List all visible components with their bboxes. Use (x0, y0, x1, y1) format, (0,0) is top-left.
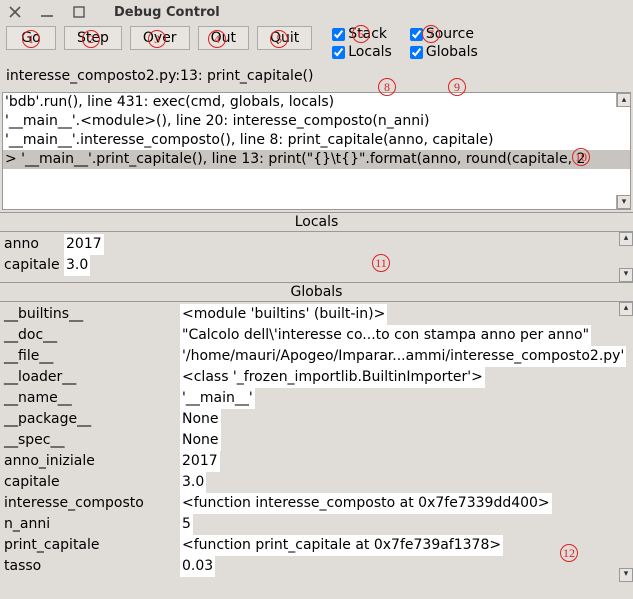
global-var-row: __name__'__main__' (4, 388, 629, 409)
var-value: None (180, 430, 221, 451)
globals-checkbox-label: Globals (426, 44, 478, 60)
var-name: __package__ (4, 409, 180, 430)
maximize-icon[interactable] (72, 5, 86, 19)
stack-checkbox[interactable]: Stack (332, 26, 392, 42)
stack-frame-selected[interactable]: > '__main__'.print_capitale(), line 13: … (3, 150, 630, 169)
globals-panel: ▴ ▾ __builtins__<module 'builtins' (buil… (0, 302, 633, 582)
var-name: __name__ (4, 388, 180, 409)
var-name: __loader__ (4, 367, 180, 388)
source-checkbox-label: Source (426, 26, 474, 42)
stack-frame[interactable]: '__main__'.interesse_composto(), line 8:… (3, 131, 630, 150)
global-var-row: interesse_composto<function interesse_co… (4, 493, 629, 514)
var-value: '__main__' (180, 388, 255, 409)
var-value: <function interesse_composto at 0x7fe733… (180, 493, 552, 514)
global-var-row: n_anni5 (4, 514, 629, 535)
var-value: '/home/mauri/Apogeo/Imparar...ammi/inter… (180, 346, 626, 367)
source-checkbox-input[interactable] (410, 28, 423, 41)
var-name: anno_iniziale (4, 451, 180, 472)
var-value: 0.03 (180, 556, 215, 577)
var-name: print_capitale (4, 535, 180, 556)
global-var-row: anno_iniziale2017 (4, 451, 629, 472)
close-icon[interactable] (8, 5, 22, 19)
scroll-up-icon[interactable]: ▴ (619, 302, 633, 316)
stack-checkbox-label: Stack (348, 26, 387, 42)
var-value: 5 (180, 514, 193, 535)
global-var-row: __builtins__<module 'builtins' (built-in… (4, 304, 629, 325)
stack-checkbox-input[interactable] (332, 28, 345, 41)
globals-checkbox[interactable]: Globals (410, 44, 478, 60)
var-value: <module 'builtins' (built-in)> (180, 304, 387, 325)
status-line: interesse_composto2.py:13: print_capital… (0, 66, 633, 90)
var-value: <class '_frozen_importlib.BuiltinImporte… (180, 367, 485, 388)
var-name: tasso (4, 556, 180, 577)
global-var-row: __spec__None (4, 430, 629, 451)
var-value: 3.0 (180, 472, 206, 493)
var-name: anno (4, 234, 64, 255)
var-value: 2017 (64, 234, 104, 255)
globals-header: Globals (0, 282, 633, 302)
scroll-up-icon[interactable]: ▴ (619, 232, 633, 246)
minimize-icon[interactable] (40, 5, 54, 19)
stack-frame[interactable]: '__main__'.<module>(), line 20: interess… (3, 112, 630, 131)
var-name: __doc__ (4, 325, 180, 346)
var-value: "Calcolo dell\'interesse co...to con sta… (180, 325, 591, 346)
scroll-down-icon[interactable]: ▾ (619, 568, 633, 582)
locals-checkbox[interactable]: Locals (332, 44, 392, 60)
locals-header: Locals (0, 212, 633, 232)
go-button[interactable]: Go (6, 26, 56, 50)
global-var-row: tasso0.03 (4, 556, 629, 577)
global-var-row: capitale3.0 (4, 472, 629, 493)
quit-button[interactable]: Quit (257, 26, 312, 50)
var-name: __file__ (4, 346, 180, 367)
var-value: <function print_capitale at 0x7fe739af13… (180, 535, 503, 556)
scroll-up-icon[interactable]: ▴ (617, 93, 631, 107)
global-var-row: __doc__"Calcolo dell\'interesse co...to … (4, 325, 629, 346)
titlebar: Debug Control (0, 0, 633, 24)
global-var-row: __file__'/home/mauri/Apogeo/Imparar...am… (4, 346, 629, 367)
global-var-row: print_capitale<function print_capitale a… (4, 535, 629, 556)
step-button[interactable]: Step (64, 26, 122, 50)
var-name: capitale (4, 472, 180, 493)
over-button[interactable]: Over (130, 26, 190, 50)
locals-checkbox-input[interactable] (332, 46, 345, 59)
scroll-down-icon[interactable]: ▾ (617, 195, 631, 209)
toolbar: Go Step Over Out Quit Stack Source Local… (0, 24, 633, 66)
local-var-row: anno 2017 (4, 234, 629, 255)
var-name: interesse_composto (4, 493, 180, 514)
var-value: 2017 (180, 451, 220, 472)
var-name: __builtins__ (4, 304, 180, 325)
locals-panel: ▴ ▾ anno 2017 capitale 3.0 (0, 232, 633, 282)
var-value: 3.0 (64, 255, 90, 276)
var-name: __spec__ (4, 430, 180, 451)
var-value: None (180, 409, 221, 430)
out-button[interactable]: Out (198, 26, 249, 50)
window-title: Debug Control (114, 5, 220, 20)
global-var-row: __package__None (4, 409, 629, 430)
globals-checkbox-input[interactable] (410, 46, 423, 59)
stack-frame[interactable]: 'bdb'.run(), line 431: exec(cmd, globals… (3, 93, 630, 112)
source-checkbox[interactable]: Source (410, 26, 478, 42)
scroll-down-icon[interactable]: ▾ (619, 268, 633, 282)
stack-panel: ▴ ▾ 'bdb'.run(), line 431: exec(cmd, glo… (2, 92, 631, 210)
global-var-row: __loader__<class '_frozen_importlib.Buil… (4, 367, 629, 388)
local-var-row: capitale 3.0 (4, 255, 629, 276)
var-name: n_anni (4, 514, 180, 535)
var-name: capitale (4, 255, 64, 276)
locals-checkbox-label: Locals (348, 44, 392, 60)
